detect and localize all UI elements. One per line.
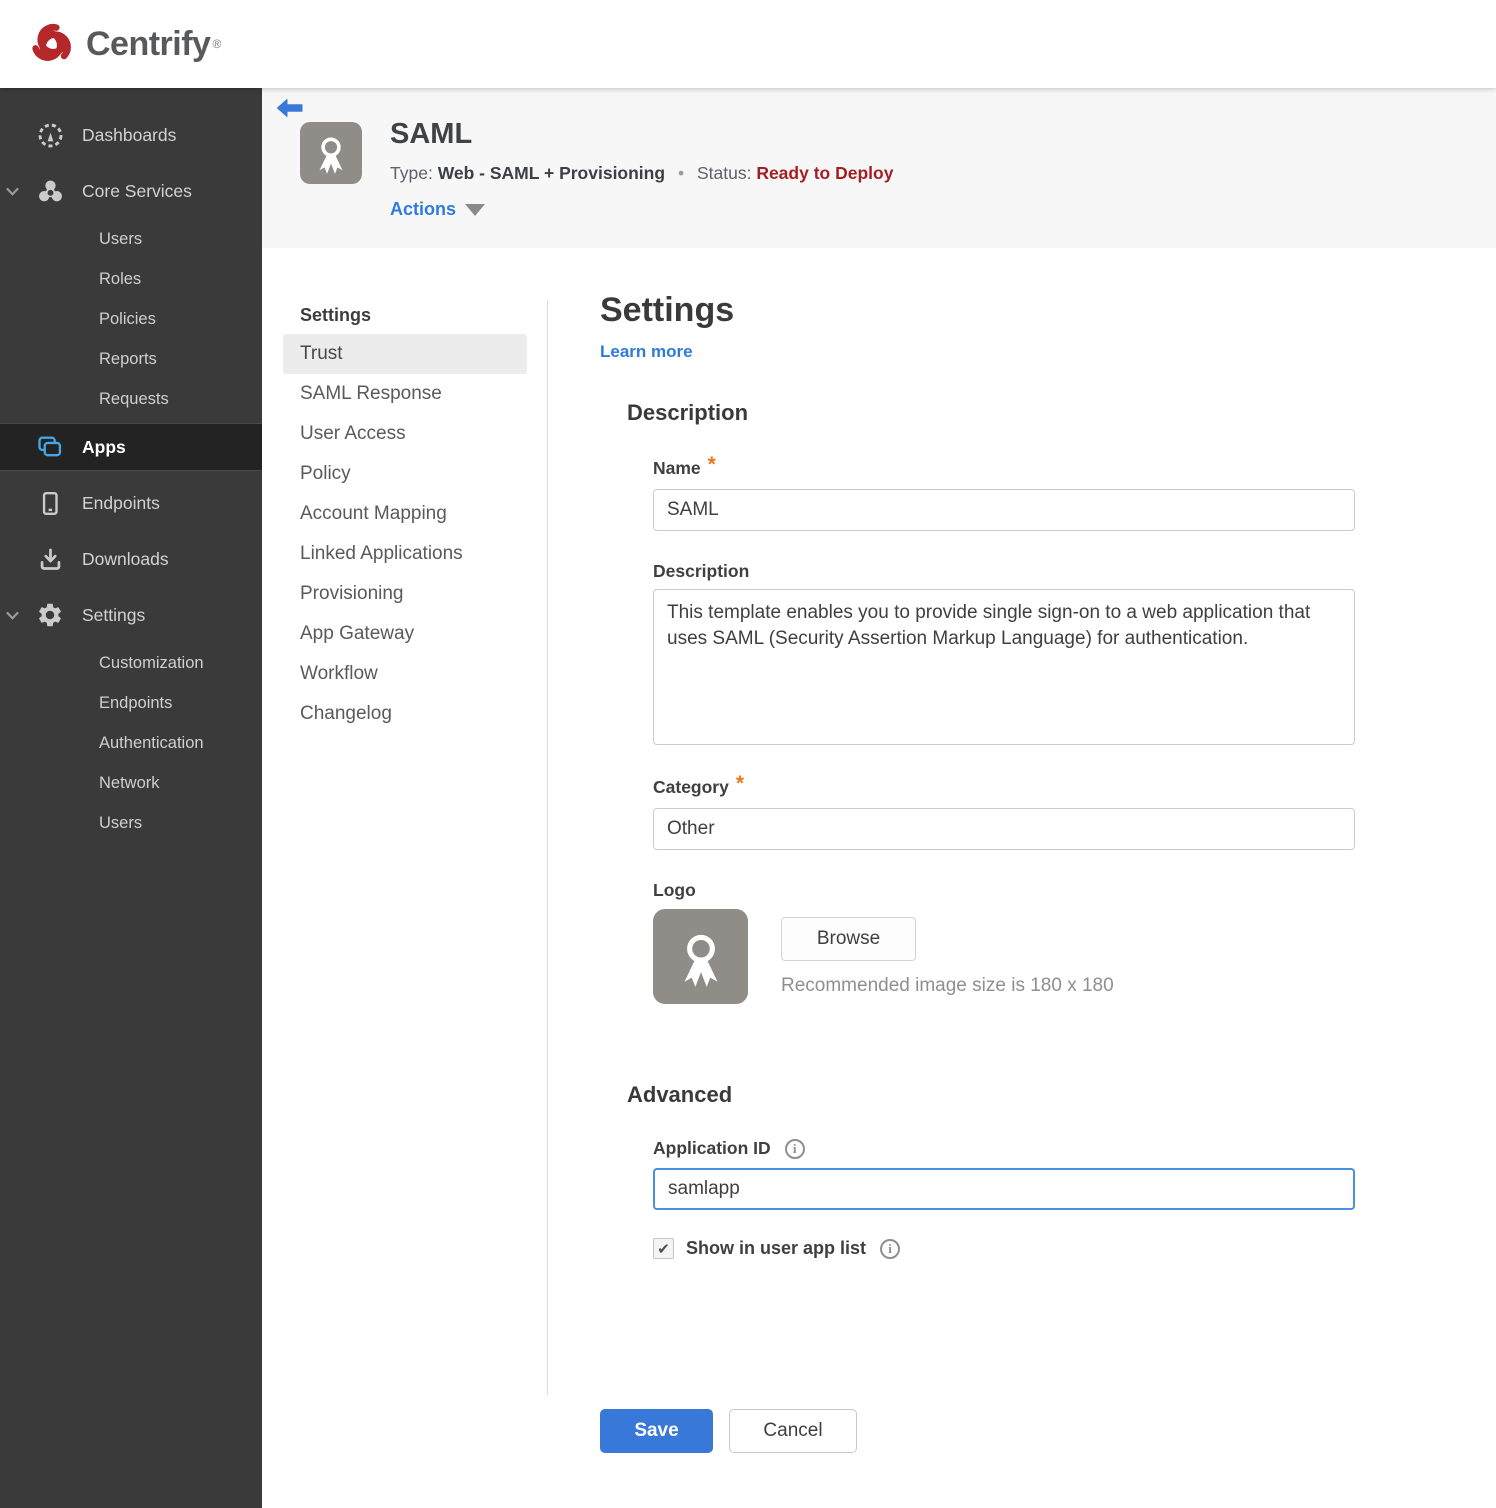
sidebar-item-authentication[interactable]: Authentication: [0, 723, 262, 763]
actions-dropdown[interactable]: Actions: [390, 199, 893, 220]
name-label: Name: [653, 457, 701, 478]
brand-name: Centrify: [86, 24, 211, 63]
sidebar-item-users-settings[interactable]: Users: [0, 803, 262, 843]
download-icon: [36, 546, 64, 573]
info-icon[interactable]: i: [880, 1238, 901, 1259]
award-ribbon-icon: [308, 130, 354, 176]
app-meta-row: Type: Web - SAML + Provisioning • Status…: [390, 163, 893, 184]
sidebar-item-label: Settings: [82, 604, 146, 625]
status-badge: Ready to Deploy: [756, 163, 894, 183]
sidebar-item-roles[interactable]: Roles: [0, 259, 262, 299]
tablet-icon: [36, 490, 64, 517]
learn-more-link[interactable]: Learn more: [600, 342, 693, 362]
sidebar-item-customization[interactable]: Customization: [0, 643, 262, 683]
category-label: Category: [653, 776, 729, 797]
sidebar-item-policies[interactable]: Policies: [0, 299, 262, 339]
award-ribbon-icon: [668, 924, 734, 990]
settings-panel: Settings Learn more Description Name * D…: [548, 248, 1496, 1508]
sidebar-item-reports[interactable]: Reports: [0, 339, 262, 379]
subnav-item-workflow[interactable]: Workflow: [283, 654, 527, 694]
sidebar-item-core-services[interactable]: Core Services: [0, 163, 262, 219]
application-id-label: Application ID: [653, 1138, 771, 1158]
top-bar: Centrify ®: [0, 0, 1496, 88]
checkmark-icon: ✔: [657, 1240, 670, 1258]
sidebar-item-users[interactable]: Users: [0, 219, 262, 259]
brand-trademark: ®: [212, 37, 222, 51]
application-id-field[interactable]: [653, 1168, 1355, 1210]
actions-label: Actions: [390, 199, 457, 219]
dropdown-triangle-icon: [465, 203, 486, 216]
subnav-item-trust[interactable]: Trust: [283, 334, 527, 374]
app-logo-thumbnail: [300, 122, 362, 184]
description-label: Description: [653, 561, 750, 581]
sidebar-item-label: Apps: [82, 436, 126, 457]
app-title: SAML: [390, 118, 473, 150]
apps-icon: [36, 434, 64, 460]
type-label: Type:: [390, 163, 433, 183]
core-services-icon: [36, 178, 64, 205]
status-label: Status:: [696, 163, 752, 183]
logo-preview: [653, 909, 748, 1004]
info-icon[interactable]: i: [784, 1138, 805, 1159]
subnav-item-provisioning[interactable]: Provisioning: [283, 574, 527, 614]
name-field[interactable]: [653, 489, 1355, 531]
settings-subnav: Settings Trust SAML Response User Access…: [262, 248, 547, 1508]
centrify-logo-icon: [28, 20, 76, 68]
back-arrow-icon[interactable]: [276, 98, 304, 120]
category-field[interactable]: [653, 808, 1355, 850]
sidebar-item-downloads[interactable]: Downloads: [0, 531, 262, 587]
sidebar: Dashboards Core Services Users Roles Pol…: [0, 88, 262, 1508]
sidebar-item-dashboards[interactable]: Dashboards: [0, 107, 262, 163]
sidebar-item-label: Downloads: [82, 548, 169, 569]
subnav-item-linked-applications[interactable]: Linked Applications: [283, 534, 527, 574]
sidebar-item-label: Core Services: [82, 180, 192, 201]
sidebar-item-endpoints-settings[interactable]: Endpoints: [0, 683, 262, 723]
cancel-button[interactable]: Cancel: [729, 1409, 857, 1453]
required-asterisk: *: [735, 772, 745, 795]
description-section-title: Description: [627, 400, 749, 425]
show-in-user-app-list-label: Show in user app list: [686, 1238, 867, 1258]
sidebar-item-label: Endpoints: [82, 492, 160, 513]
sidebar-item-network[interactable]: Network: [0, 763, 262, 803]
app-header-band: SAML Type: Web - SAML + Provisioning • S…: [262, 88, 1496, 248]
gauge-icon: [36, 122, 64, 149]
subnav-item-saml-response[interactable]: SAML Response: [283, 374, 527, 414]
chevron-down-icon[interactable]: [6, 181, 19, 202]
logo-label: Logo: [653, 880, 696, 900]
type-value: Web - SAML + Provisioning: [437, 163, 666, 183]
show-in-user-app-list-checkbox[interactable]: ✔: [653, 1238, 674, 1259]
browse-button[interactable]: Browse: [781, 917, 916, 961]
subnav-item-policy[interactable]: Policy: [283, 454, 527, 494]
description-field[interactable]: This template enables you to provide sin…: [653, 589, 1355, 745]
sidebar-item-endpoints[interactable]: Endpoints: [0, 475, 262, 531]
sidebar-item-settings[interactable]: Settings: [0, 587, 262, 643]
sidebar-item-label: Dashboards: [82, 124, 177, 145]
save-button[interactable]: Save: [600, 1409, 713, 1453]
sidebar-item-apps[interactable]: Apps: [0, 423, 262, 471]
advanced-section-title: Advanced: [627, 1082, 733, 1107]
subnav-item-changelog[interactable]: Changelog: [283, 694, 527, 734]
logo-size-hint: Recommended image size is 180 x 180: [781, 975, 1114, 996]
subnav-item-user-access[interactable]: User Access: [283, 414, 527, 454]
required-asterisk: *: [707, 453, 716, 476]
chevron-down-icon[interactable]: [6, 605, 19, 626]
subnav-item-app-gateway[interactable]: App Gateway: [283, 614, 527, 654]
sidebar-item-requests[interactable]: Requests: [0, 379, 262, 419]
page-title: Settings: [600, 291, 735, 329]
subnav-header: Settings: [300, 305, 372, 325]
gear-icon: [36, 601, 64, 629]
subnav-item-account-mapping[interactable]: Account Mapping: [283, 494, 527, 534]
dot-separator: •: [677, 163, 685, 183]
